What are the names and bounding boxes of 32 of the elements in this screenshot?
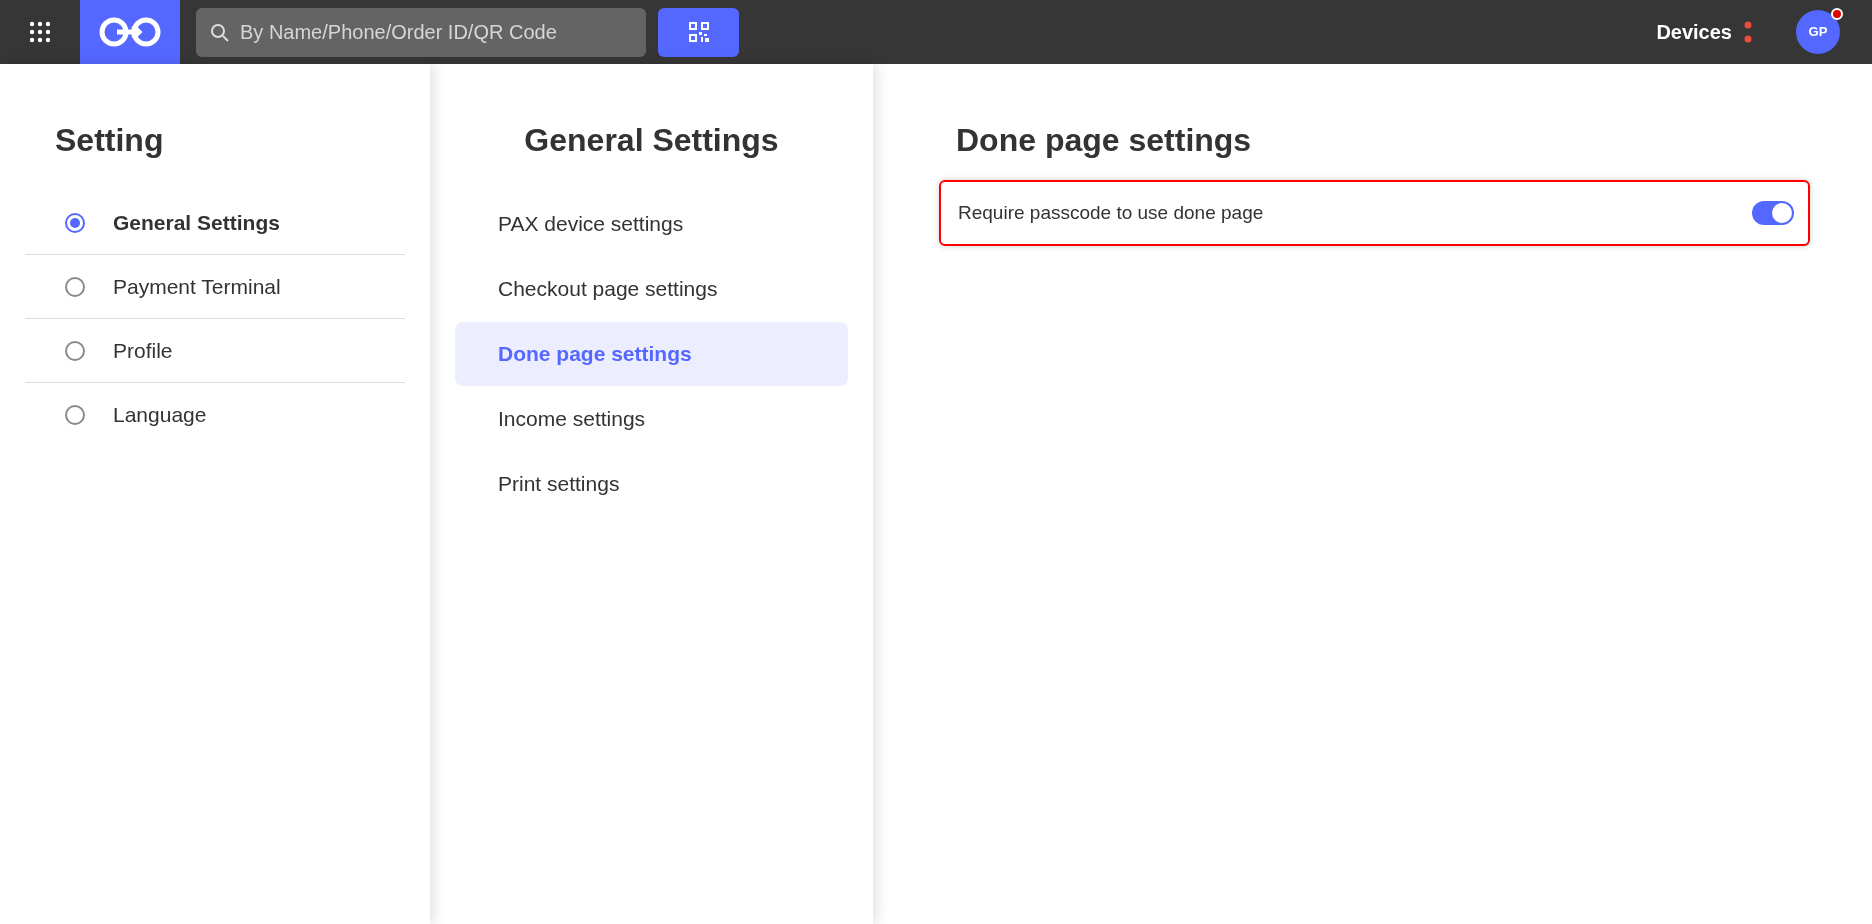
- toggle-switch[interactable]: [1752, 201, 1794, 225]
- settings-nav-item[interactable]: Checkout page settings: [455, 257, 848, 321]
- linked-rings-logo-icon: [97, 16, 163, 48]
- menu-item-label: Payment Terminal: [113, 273, 281, 300]
- settings-nav-item[interactable]: PAX device settings: [455, 192, 848, 256]
- panel-title: General Settings: [523, 121, 780, 160]
- settings-menu-item[interactable]: General Settings: [25, 191, 405, 255]
- settings-nav-item[interactable]: Done page settings: [455, 322, 848, 386]
- devices-label[interactable]: Devices: [1656, 17, 1732, 47]
- settings-menu-item[interactable]: Profile: [25, 319, 405, 383]
- search-icon: [210, 22, 230, 43]
- search-field[interactable]: By Name/Phone/Order ID/QR Code: [196, 7, 646, 57]
- qr-scan-button[interactable]: [658, 7, 739, 57]
- settings-menu-item[interactable]: Payment Terminal: [25, 255, 405, 319]
- radio-button[interactable]: [65, 340, 85, 361]
- radio-button[interactable]: [65, 212, 85, 233]
- setting-label: Require passcode to use done page: [958, 200, 1264, 225]
- grid-icon: [28, 20, 52, 44]
- qr-code-icon: [688, 22, 709, 42]
- page-title: Done page settings: [955, 121, 1253, 160]
- settings-nav-item[interactable]: Print settings: [455, 452, 848, 516]
- settings-nav-item[interactable]: Income settings: [455, 387, 848, 451]
- avatar[interactable]: GP: [1796, 10, 1840, 54]
- panel-title: Setting: [54, 121, 165, 160]
- radio-button[interactable]: [65, 405, 85, 425]
- menu-item-label: Profile: [113, 337, 173, 364]
- menu-item-label: Language: [113, 402, 207, 429]
- more-vertical-icon[interactable]: [1744, 21, 1752, 43]
- logo[interactable]: [80, 0, 180, 64]
- settings-menu-item[interactable]: Language: [25, 383, 405, 447]
- menu-item-label: General Settings: [113, 209, 280, 236]
- radio-button[interactable]: [65, 276, 85, 297]
